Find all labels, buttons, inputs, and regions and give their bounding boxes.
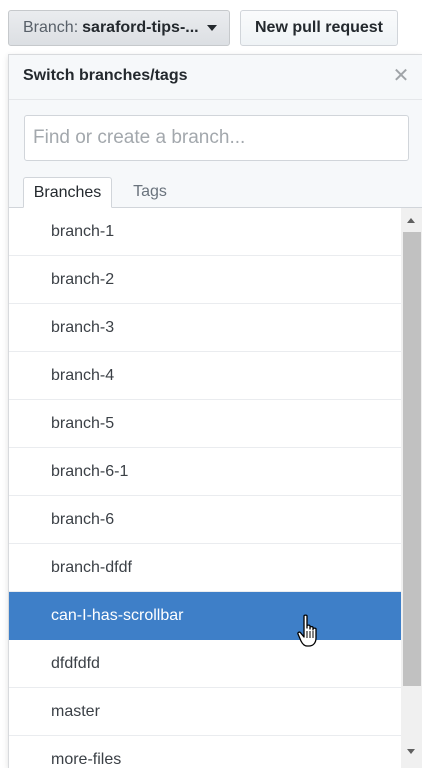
branch-tag-tabs: Branches Tags [9,177,422,208]
scroll-up-arrow-icon[interactable] [407,218,415,223]
list-scrollbar[interactable] [401,208,422,768]
branch-item-branch-1[interactable]: branch-1 [9,208,401,256]
branch-list: branch-1 branch-2 branch-3 branch-4 bran… [9,208,401,768]
branch-item-branch-dfdf[interactable]: branch-dfdf [9,544,401,592]
close-icon[interactable]: ✕ [390,65,412,87]
caret-down-icon [206,25,217,31]
new-pull-request-button[interactable]: New pull request [240,10,398,46]
branch-item-branch-2[interactable]: branch-2 [9,256,401,304]
branch-item-branch-3[interactable]: branch-3 [9,304,401,352]
branch-prefix-label: Branch: [23,19,79,36]
scroll-thumb[interactable] [403,232,421,686]
branch-item-can-i-has-scrollbar[interactable]: can-I-has-scrollbar [9,592,401,640]
branch-item-branch-5[interactable]: branch-5 [9,400,401,448]
branch-item-branch-6[interactable]: branch-6 [9,496,401,544]
branch-item-branch-4[interactable]: branch-4 [9,352,401,400]
branch-item-master[interactable]: master [9,688,401,736]
tab-branches[interactable]: Branches [23,177,112,208]
scroll-down-arrow-icon[interactable] [407,749,415,754]
dropdown-title: Switch branches/tags [23,67,188,84]
branch-item-dfdfdfd[interactable]: dfdfdfd [9,640,401,688]
branch-item-more-files[interactable]: more-files [9,736,401,768]
hand-pointer-icon [297,614,317,647]
branch-select-button[interactable]: Branch: saraford-tips-... [8,10,230,46]
current-branch-name: saraford-tips-... [82,19,199,36]
branch-dropdown-panel: Switch branches/tags ✕ Branches Tags bra… [8,54,422,768]
branch-search-input[interactable] [24,115,409,161]
dropdown-header: Switch branches/tags ✕ [9,55,422,100]
branch-item-branch-6-1[interactable]: branch-6-1 [9,448,401,496]
tab-tags[interactable]: Tags [118,177,182,207]
